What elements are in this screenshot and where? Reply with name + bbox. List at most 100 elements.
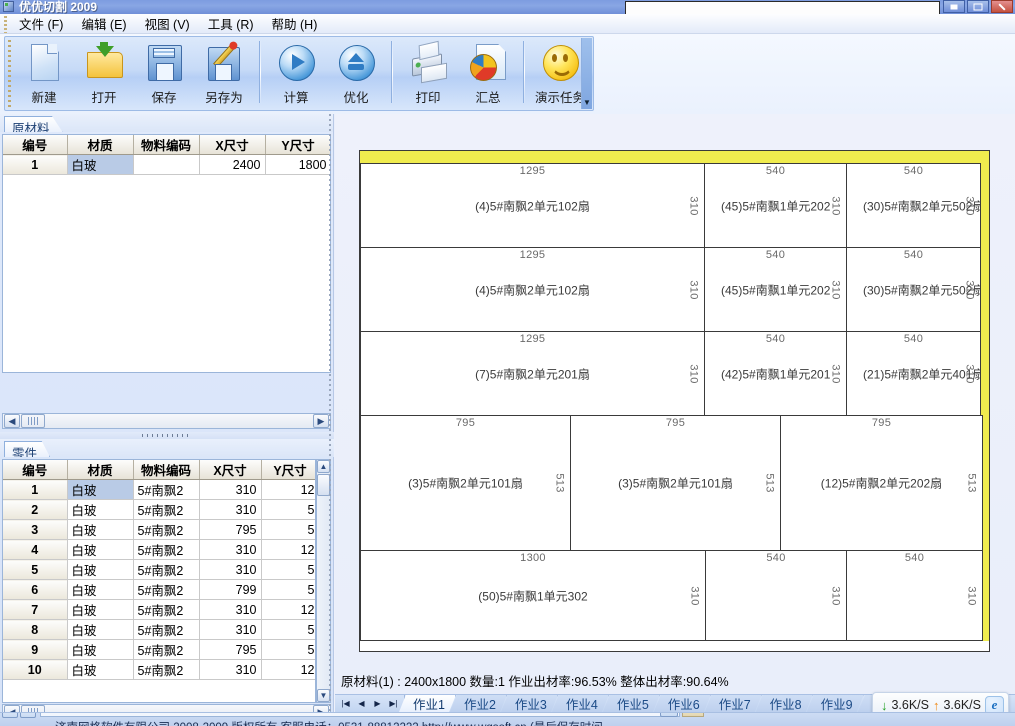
layout-part[interactable]: 540 310 (30)5#南飘2单元502扇 <box>846 247 981 332</box>
cell-code[interactable]: 5#南飘2 <box>133 659 200 680</box>
cell-no[interactable]: 1 <box>3 479 68 500</box>
toolbar-button-save[interactable]: 保存 <box>134 37 194 109</box>
table-row[interactable]: 8 白玻 5#南飘2 310 5 <box>3 619 315 640</box>
raw-material-grid[interactable]: 编号 材质 物料编码 X尺寸 Y尺寸 1 白玻 2400 1800 <box>2 134 331 373</box>
cell-code[interactable]: 5#南飘2 <box>133 639 200 660</box>
cell-x[interactable]: 795 <box>199 639 262 660</box>
job-tab-6[interactable]: 作业6 <box>653 695 711 712</box>
column-header-y[interactable]: Y尺寸 <box>261 460 315 480</box>
cell-y[interactable]: 12 <box>261 659 315 680</box>
nav-first-button[interactable]: |◀ <box>338 696 353 711</box>
cell-no[interactable]: 1 <box>3 154 68 175</box>
nav-last-button[interactable]: ▶| <box>386 696 401 711</box>
column-header-no[interactable]: 编号 <box>3 460 68 480</box>
cell-no[interactable]: 5 <box>3 559 68 580</box>
job-tab-2[interactable]: 作业2 <box>449 695 507 712</box>
column-header-no[interactable]: 编号 <box>3 135 68 155</box>
cell-x[interactable]: 799 <box>199 579 262 600</box>
column-header-x[interactable]: X尺寸 <box>199 460 262 480</box>
nav-prev-button[interactable]: ◀ <box>354 696 369 711</box>
layout-part[interactable]: 540 310 <box>846 550 983 641</box>
cell-no[interactable]: 6 <box>3 579 68 600</box>
cell-no[interactable]: 10 <box>3 659 68 680</box>
toolbar-button-save-as[interactable]: 另存为 <box>194 37 254 109</box>
job-tab-5[interactable]: 作业5 <box>602 695 660 712</box>
cell-material[interactable]: 白玻 <box>67 599 134 620</box>
table-row[interactable]: 6 白玻 5#南飘2 799 5 <box>3 579 315 600</box>
cell-code[interactable]: 5#南飘2 <box>133 499 200 520</box>
cell-material[interactable]: 白玻 <box>67 154 134 175</box>
table-row[interactable]: 4 白玻 5#南飘2 310 12 <box>3 539 315 560</box>
layout-part[interactable]: 795 513 (3)5#南飘2单元101扇 <box>570 415 781 551</box>
menu-item-help[interactable]: 帮助 (H) <box>263 12 327 35</box>
cell-material[interactable]: 白玻 <box>67 539 134 560</box>
toolbar-button-calculate[interactable]: 计算 <box>266 37 326 109</box>
footer-button-2[interactable] <box>20 713 36 718</box>
cell-no[interactable]: 2 <box>3 499 68 520</box>
cell-material[interactable]: 白玻 <box>67 659 134 680</box>
column-header-material[interactable]: 材质 <box>67 135 134 155</box>
cell-x[interactable]: 310 <box>199 659 262 680</box>
cell-y[interactable]: 5 <box>261 499 315 520</box>
cell-x[interactable]: 795 <box>199 519 262 540</box>
tab-raw-material[interactable]: 原材料 <box>4 116 63 132</box>
cell-no[interactable]: 8 <box>3 619 68 640</box>
cell-x[interactable]: 310 <box>199 599 262 620</box>
cell-material[interactable]: 白玻 <box>67 479 134 500</box>
menu-item-file[interactable]: 文件 (F) <box>10 12 72 35</box>
layout-part[interactable]: 540 310 (45)5#南飘1单元202 <box>704 247 847 332</box>
cell-x[interactable]: 310 <box>199 559 262 580</box>
layout-part[interactable]: 540 310 <box>705 550 847 641</box>
layout-part[interactable]: 540 310 (42)5#南飘1单元201 <box>704 331 847 416</box>
cell-no[interactable]: 7 <box>3 599 68 620</box>
column-header-y[interactable]: Y尺寸 <box>265 135 330 155</box>
parts-grid[interactable]: 编号 材质 物料编码 X尺寸 Y尺寸 1 白玻 5#南飘2 310 12 2 白… <box>2 459 316 703</box>
job-tab-4[interactable]: 作业4 <box>551 695 609 712</box>
cell-material[interactable]: 白玻 <box>67 579 134 600</box>
cell-x[interactable]: 310 <box>199 539 262 560</box>
table-row[interactable]: 1 白玻 2400 1800 <box>3 154 330 175</box>
toolbar-button-open[interactable]: 打开 <box>74 37 134 109</box>
layout-canvas[interactable]: 1295 310 (4)5#南飘2单元102扇 540 310 (45)5#南飘… <box>335 114 1015 694</box>
layout-part[interactable]: 795 513 (3)5#南飘2单元101扇 <box>360 415 571 551</box>
panel-resize-grip[interactable] <box>328 114 333 712</box>
layout-part[interactable]: 1295 310 (4)5#南飘2单元102扇 <box>360 247 705 332</box>
raw-material-hscrollbar[interactable]: ◀ ▶ <box>2 413 331 429</box>
cell-material[interactable]: 白玻 <box>67 519 134 540</box>
cell-no[interactable]: 3 <box>3 519 68 540</box>
toolbar-button-new[interactable]: 新建 <box>14 37 74 109</box>
cell-y[interactable]: 12 <box>261 539 315 560</box>
job-tab-1[interactable]: 作业1 <box>399 695 456 712</box>
cell-y[interactable]: 5 <box>261 579 315 600</box>
column-header-code[interactable]: 物料编码 <box>133 135 200 155</box>
cell-code[interactable] <box>133 154 200 175</box>
title-search-box[interactable] <box>625 1 940 14</box>
layout-part[interactable]: 540 310 (21)5#南飘2单元401扇 <box>846 331 981 416</box>
toolbar-grip-handle[interactable] <box>6 38 13 109</box>
cell-y[interactable]: 5 <box>261 619 315 640</box>
footer-button-1[interactable] <box>2 713 18 718</box>
job-tab-9[interactable]: 作业9 <box>806 695 864 712</box>
job-tab-7[interactable]: 作业7 <box>704 695 762 712</box>
cell-y[interactable]: 5 <box>261 559 315 580</box>
layout-part[interactable]: 1295 310 (4)5#南飘2单元102扇 <box>360 163 705 248</box>
cell-code[interactable]: 5#南飘2 <box>133 539 200 560</box>
cell-material[interactable]: 白玻 <box>67 639 134 660</box>
layout-part[interactable]: 1295 310 (7)5#南飘2单元201扇 <box>360 331 705 416</box>
table-row[interactable]: 5 白玻 5#南飘2 310 5 <box>3 559 315 580</box>
job-tab-8[interactable]: 作业8 <box>755 695 813 712</box>
cell-y[interactable]: 5 <box>261 639 315 660</box>
cell-code[interactable]: 5#南飘2 <box>133 579 200 600</box>
column-header-material[interactable]: 材质 <box>67 460 134 480</box>
cell-y[interactable]: 12 <box>261 599 315 620</box>
cell-code[interactable]: 5#南飘2 <box>133 559 200 580</box>
panel-splitter[interactable] <box>0 432 334 439</box>
scroll-thumb[interactable] <box>21 414 45 428</box>
table-row[interactable]: 7 白玻 5#南飘2 310 12 <box>3 599 315 620</box>
tab-parts[interactable]: 零件 <box>4 441 51 457</box>
close-button[interactable] <box>991 0 1013 13</box>
footer-go-button[interactable] <box>660 713 678 717</box>
cell-code[interactable]: 5#南飘2 <box>133 479 200 500</box>
cell-x[interactable]: 310 <box>199 619 262 640</box>
minimize-button[interactable] <box>943 0 965 13</box>
